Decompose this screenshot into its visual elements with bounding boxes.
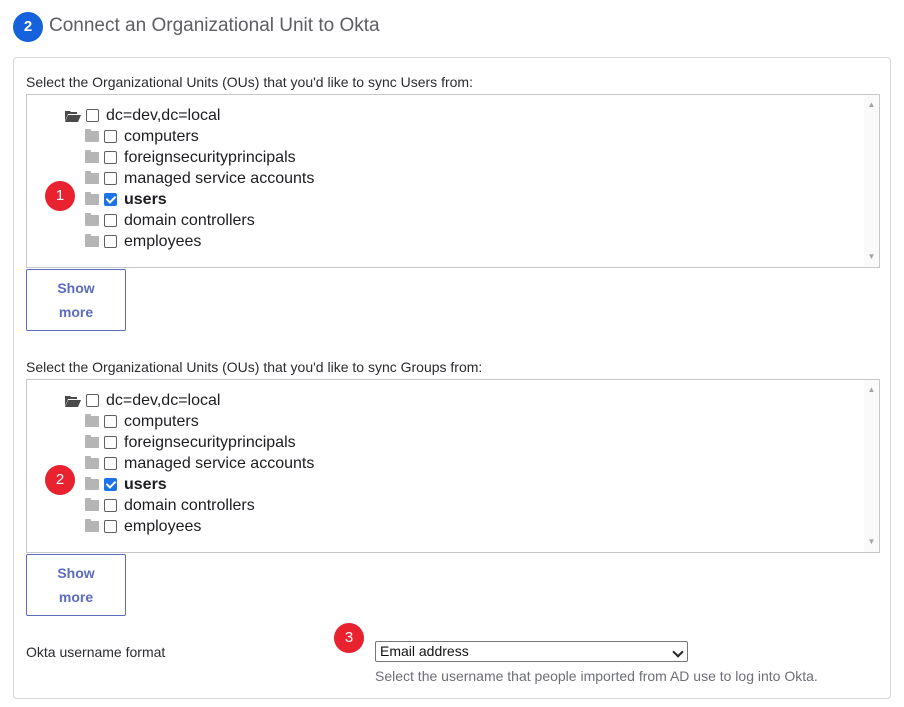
username-format-help: Select the username that people imported… <box>375 668 818 684</box>
tree-node-label: computers <box>124 412 199 430</box>
folder-open-icon <box>65 110 81 122</box>
employees-checkbox[interactable] <box>104 235 117 248</box>
folder-open-icon <box>65 395 81 407</box>
username-format-label: Okta username format <box>26 644 166 660</box>
computers-checkbox[interactable] <box>104 415 117 428</box>
tree-node-label: users <box>124 190 167 208</box>
scroll-down-arrow-icon[interactable]: ▼ <box>864 249 879 265</box>
tree-node-employees: employees <box>85 231 201 252</box>
tree-node-label: dc=dev,dc=local <box>106 106 221 124</box>
folder-icon <box>85 234 99 247</box>
tree-node-domain-controllers: domain controllers <box>85 210 255 231</box>
groups-tree-scrollbar[interactable]: ▲ ▼ <box>864 380 879 552</box>
tree-node-label: managed service accounts <box>124 169 315 187</box>
callout-badge: 2 <box>45 465 75 495</box>
folder-icon <box>85 192 99 205</box>
users-checkbox[interactable] <box>104 193 117 206</box>
folder-icon <box>85 171 99 184</box>
show-more-label: more <box>58 304 94 320</box>
scroll-up-arrow-icon[interactable]: ▲ <box>864 97 879 113</box>
show-more-label: Show <box>57 280 95 296</box>
folder-icon <box>85 477 99 490</box>
tree-node-label: dc=dev,dc=local <box>106 391 221 409</box>
tree-node-label: domain controllers <box>124 211 255 229</box>
users-ou-label: Select the Organizational Units (OUs) th… <box>26 74 473 90</box>
managed-service-accounts-checkbox[interactable] <box>104 172 117 185</box>
groups-ou-tree[interactable]: ▲ ▼ dc=dev,dc=local computers foreignsec… <box>26 379 880 553</box>
tree-node-computers: computers <box>85 411 199 432</box>
users-ou-tree[interactable]: ▲ ▼ dc=dev,dc=local computers foreignsec… <box>26 94 880 268</box>
groups-ou-label: Select the Organizational Units (OUs) th… <box>26 359 483 375</box>
tree-node-computers: computers <box>85 126 199 147</box>
step-number-badge: 2 <box>13 12 43 42</box>
root-checkbox[interactable] <box>86 109 99 122</box>
tree-node-label: managed service accounts <box>124 454 315 472</box>
tree-node-users: users <box>85 474 167 495</box>
folder-icon <box>85 150 99 163</box>
groups-show-more-button[interactable]: Show more <box>26 554 126 616</box>
domain-controllers-checkbox[interactable] <box>104 214 117 227</box>
folder-icon <box>85 435 99 448</box>
tree-node-label: foreignsecurityprincipals <box>124 433 296 451</box>
username-format-select[interactable]: Email address <box>375 641 688 662</box>
tree-node-domain-controllers: domain controllers <box>85 495 255 516</box>
tree-node-managed-service-accounts: managed service accounts <box>85 168 314 189</box>
tree-node-users: users <box>85 189 167 210</box>
show-more-label: more <box>58 589 94 605</box>
managed-service-accounts-checkbox[interactable] <box>104 457 117 470</box>
users-checkbox[interactable] <box>104 478 117 491</box>
tree-node-foreignsecurityprincipals: foreignsecurityprincipals <box>85 147 296 168</box>
domain-controllers-checkbox[interactable] <box>104 499 117 512</box>
select-value: Email address <box>380 643 469 659</box>
computers-checkbox[interactable] <box>104 130 117 143</box>
tree-node-label: employees <box>124 517 202 535</box>
tree-node-label: domain controllers <box>124 496 255 514</box>
callout-badge: 1 <box>45 181 75 211</box>
chevron-down-icon <box>672 646 684 658</box>
tree-node-label: employees <box>124 232 202 250</box>
folder-icon <box>85 213 99 226</box>
callout-badge: 3 <box>334 623 364 653</box>
show-more-label: Show <box>57 565 95 581</box>
foreignsecurityprincipals-checkbox[interactable] <box>104 436 117 449</box>
tree-node-label: computers <box>124 127 199 145</box>
users-tree-scrollbar[interactable]: ▲ ▼ <box>864 95 879 267</box>
tree-node-label: foreignsecurityprincipals <box>124 148 296 166</box>
folder-icon <box>85 129 99 142</box>
tree-root-node: dc=dev,dc=local <box>65 390 220 411</box>
users-show-more-button[interactable]: Show more <box>26 269 126 331</box>
tree-root-node: dc=dev,dc=local <box>65 105 220 126</box>
scroll-down-arrow-icon[interactable]: ▼ <box>864 534 879 550</box>
folder-icon <box>85 519 99 532</box>
foreignsecurityprincipals-checkbox[interactable] <box>104 151 117 164</box>
root-checkbox[interactable] <box>86 394 99 407</box>
folder-icon <box>85 456 99 469</box>
folder-icon <box>85 498 99 511</box>
tree-node-label: users <box>124 475 167 493</box>
scroll-up-arrow-icon[interactable]: ▲ <box>864 382 879 398</box>
folder-icon <box>85 414 99 427</box>
tree-node-employees: employees <box>85 516 201 537</box>
employees-checkbox[interactable] <box>104 520 117 533</box>
page-title: Connect an Organizational Unit to Okta <box>49 15 380 36</box>
tree-node-managed-service-accounts: managed service accounts <box>85 453 314 474</box>
tree-node-foreignsecurityprincipals: foreignsecurityprincipals <box>85 432 296 453</box>
